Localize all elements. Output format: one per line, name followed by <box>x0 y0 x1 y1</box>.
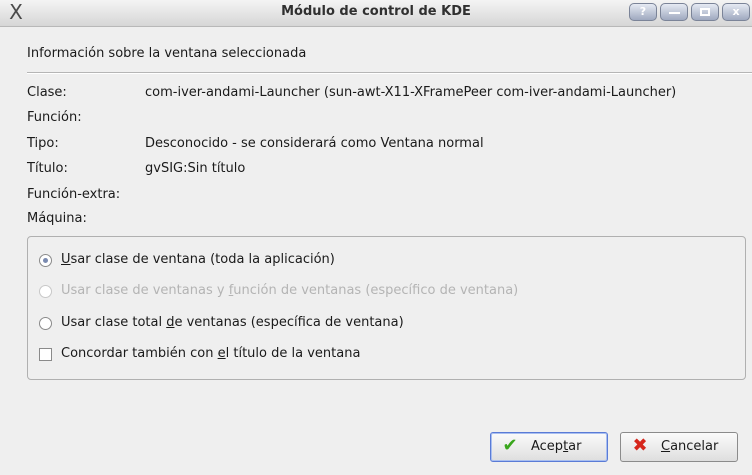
info-label: Función: <box>27 110 82 125</box>
maximize-icon <box>700 8 710 16</box>
info-label: Función-extra: <box>27 187 121 202</box>
radio-indicator <box>39 285 52 298</box>
info-label: Máquina: <box>27 211 87 226</box>
cancel-button[interactable]: ✖ Cancelar <box>620 432 738 462</box>
info-value: gvSIG:Sin título <box>145 161 246 176</box>
title-bar[interactable]: X Módulo de control de KDE ? x <box>0 0 752 27</box>
section-heading: Información sobre la ventana seleccionad… <box>27 46 307 61</box>
radio-indicator[interactable] <box>39 254 52 267</box>
option-label: Usar clase total de ventanas (específica… <box>61 315 404 330</box>
maximize-button[interactable] <box>691 3 719 21</box>
window-controls: ? x <box>629 3 750 21</box>
info-label: Tipo: <box>27 136 59 151</box>
option-label: Usar clase de ventanas y función de vent… <box>61 283 519 298</box>
info-value: Desconocido - se considerará como Ventan… <box>145 136 484 151</box>
minimize-button[interactable] <box>660 3 688 21</box>
cross-icon: ✖ <box>632 435 648 456</box>
info-label: Título: <box>27 161 68 176</box>
accept-label: Aceptar <box>531 439 582 454</box>
option-label: Usar clase de ventana (toda la aplicació… <box>61 252 335 267</box>
help-button[interactable]: ? <box>629 3 657 21</box>
accept-button[interactable]: ✔ Aceptar <box>490 432 608 462</box>
cancel-label: Cancelar <box>661 439 719 454</box>
radio-indicator[interactable] <box>39 317 52 330</box>
info-label: Clase: <box>27 85 67 100</box>
info-value: com-iver-andami-Launcher (sun-awt-X11-XF… <box>145 85 677 100</box>
option-label: Concordar también con el título de la ve… <box>61 346 361 361</box>
divider <box>27 72 752 74</box>
check-icon: ✔ <box>502 435 518 456</box>
close-button[interactable]: x <box>722 3 750 21</box>
checkbox-indicator[interactable] <box>39 348 52 361</box>
minimize-icon <box>669 12 680 14</box>
